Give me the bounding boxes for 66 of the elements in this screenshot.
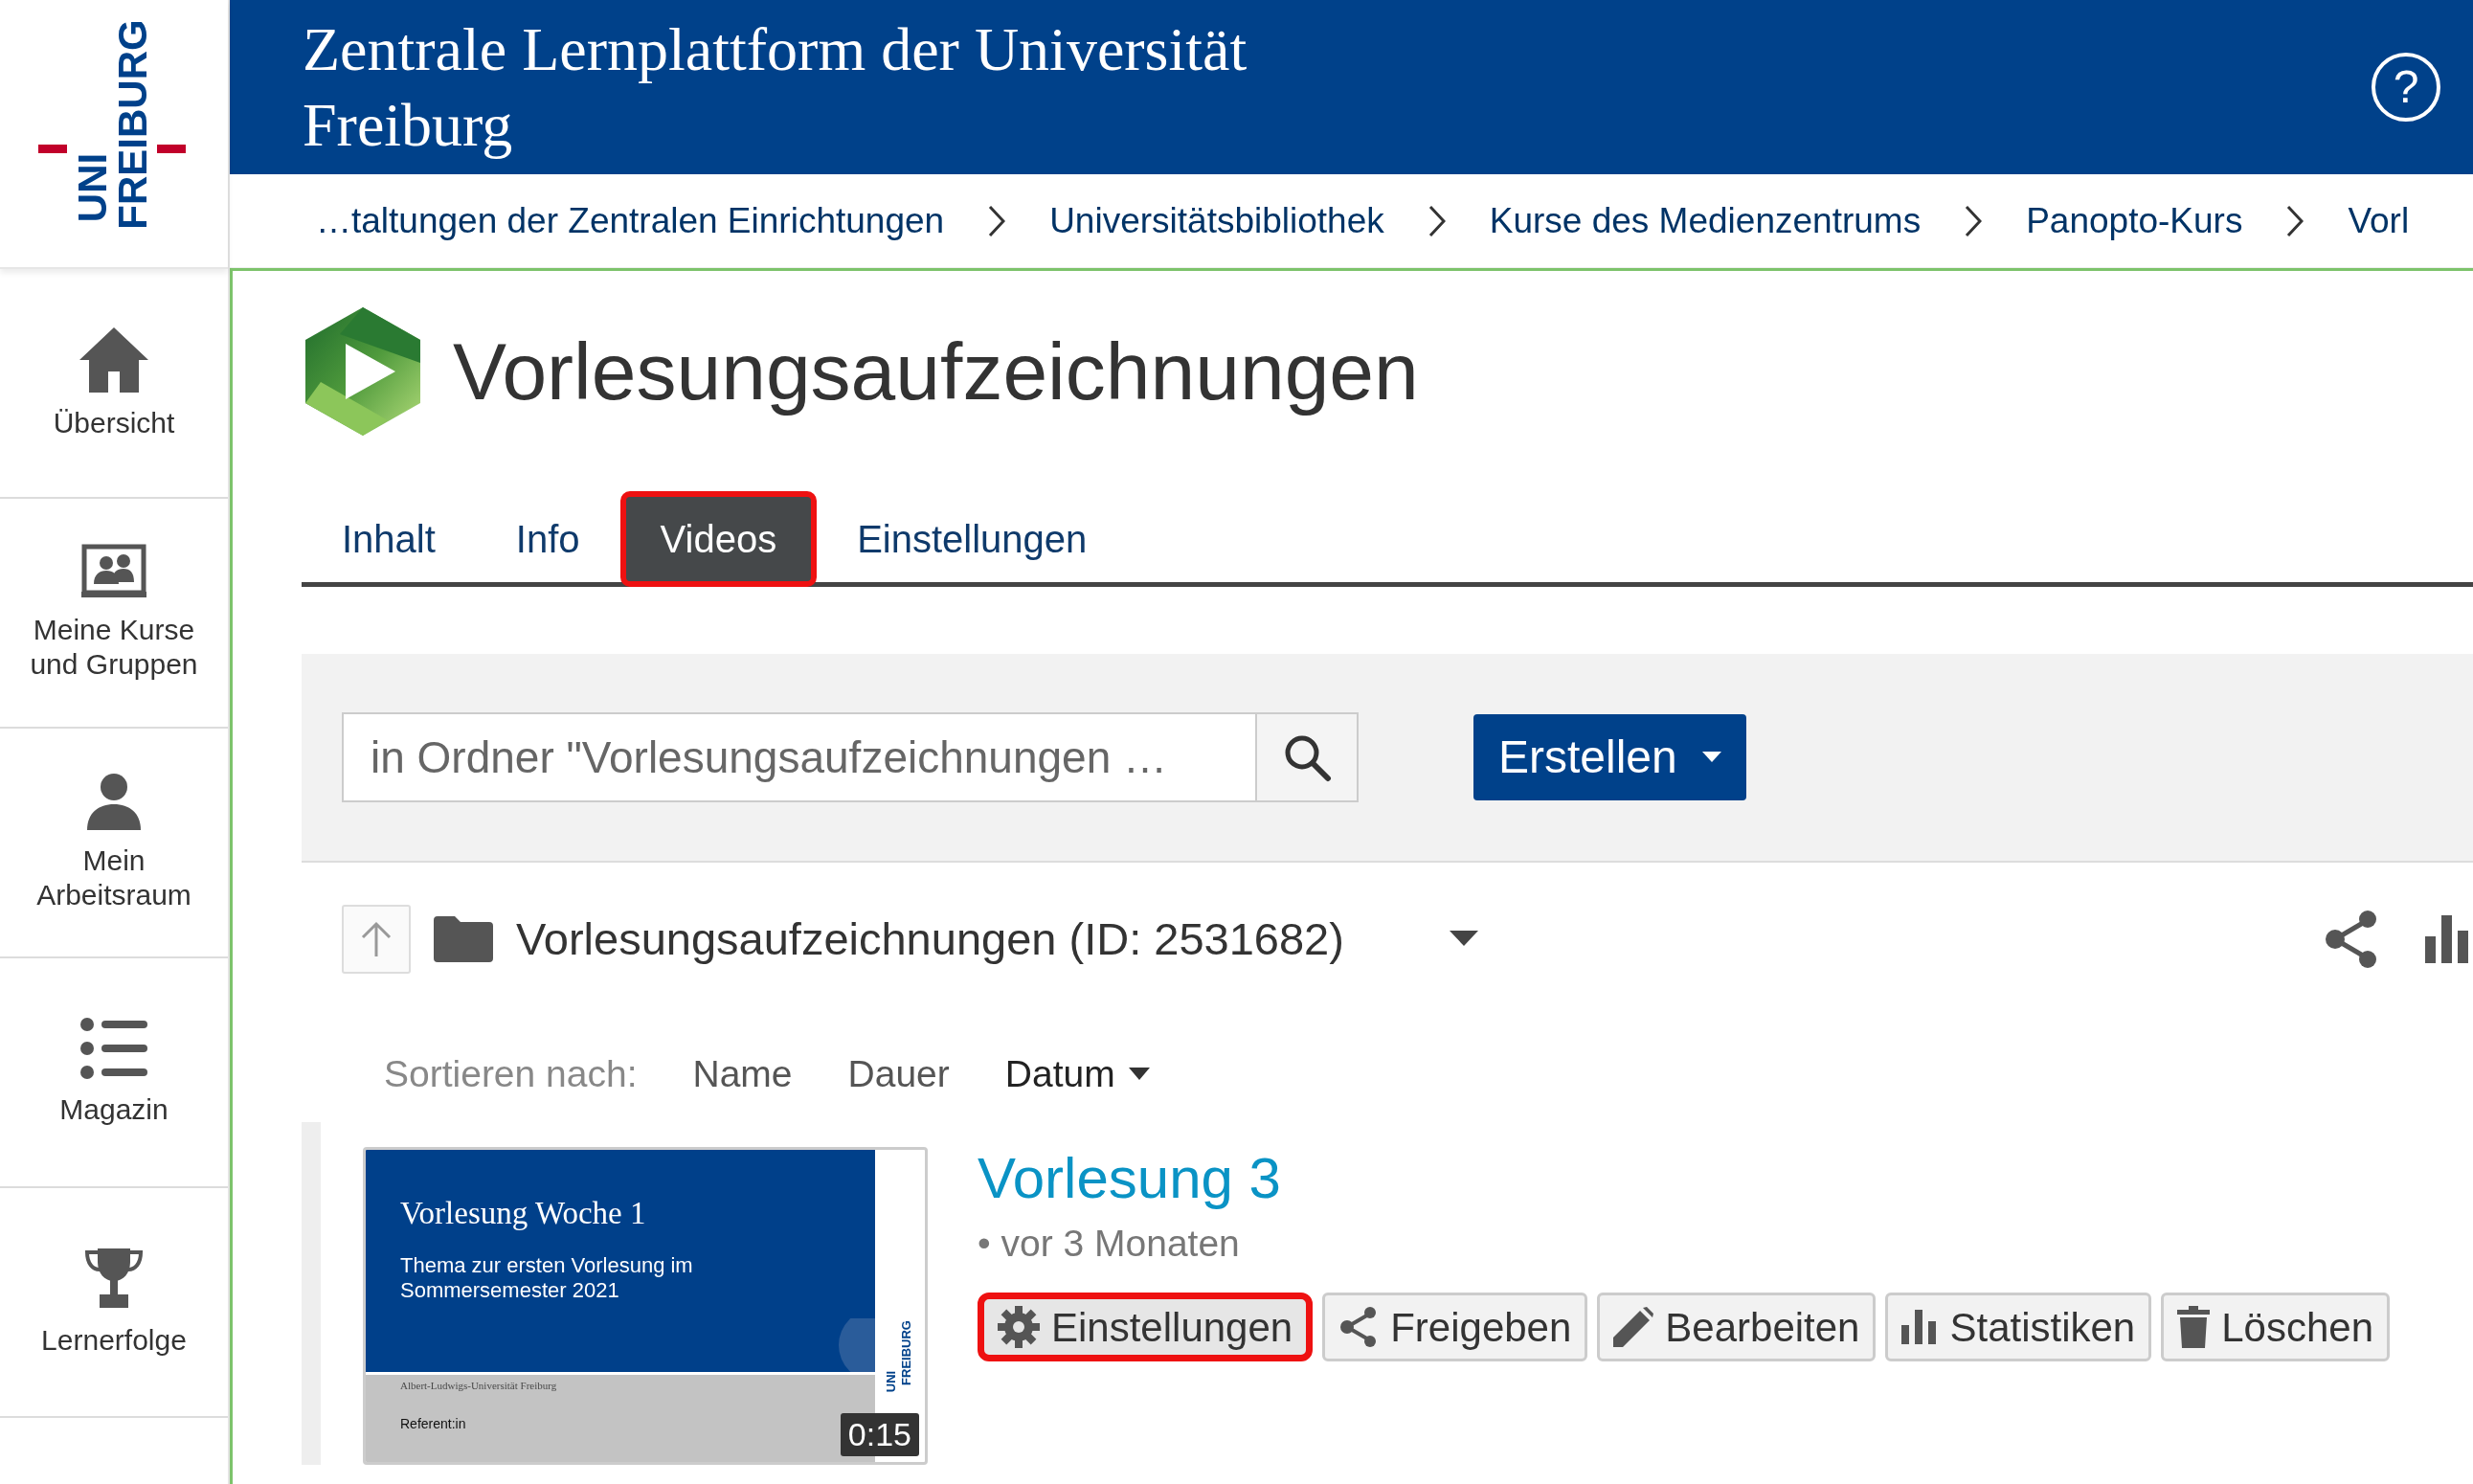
- sort-option[interactable]: Name: [692, 1046, 793, 1103]
- arrow-up-icon: [359, 920, 393, 958]
- sort-option[interactable]: Datum: [1004, 1046, 1150, 1103]
- bar-chart-icon: [1901, 1310, 1939, 1344]
- share-icon[interactable]: [2324, 910, 2379, 969]
- logo-stripe: [157, 145, 186, 153]
- slide-footer-text: Albert-Ludwigs-Universität Freiburg: [400, 1378, 557, 1393]
- slide-subtitle: Thema zur ersten Vorlesung im Sommersemester 2021: [400, 1252, 694, 1304]
- caret-icon: [1128, 1068, 1150, 1082]
- logo-text: FREIBURG: [113, 19, 153, 230]
- action-button[interactable]: Bearbeiten: [1597, 1293, 1877, 1361]
- tab[interactable]: Info: [475, 491, 620, 587]
- create-button[interactable]: Erstellen: [1473, 714, 1746, 800]
- trophy-icon: [84, 1247, 144, 1310]
- site-title: Zentrale Lernplattform der Universität Freiburg: [303, 14, 1248, 161]
- caret-icon: [1701, 752, 1721, 763]
- sidebar-item[interactable]: Magazin: [0, 958, 228, 1188]
- help-button[interactable]: ?: [2372, 53, 2440, 122]
- search-button[interactable]: [1257, 712, 1359, 802]
- page-title: Vorlesungsaufzeichnungen: [453, 326, 1419, 418]
- logo-text: UNI: [884, 1370, 897, 1392]
- chevron-icon: [2286, 204, 2304, 237]
- breadcrumb-link[interactable]: …taltungen der Zentralen Einrichtungen: [316, 193, 945, 248]
- sidebar-item[interactable]: Meine Kurse und Gruppen: [0, 499, 228, 729]
- sidebar-item[interactable]: Mein Arbeitsraum: [0, 729, 228, 958]
- action-button[interactable]: Löschen: [2161, 1293, 2391, 1361]
- breadcrumb-link[interactable]: Universitätsbibliothek: [1049, 193, 1384, 248]
- breadcrumb-link[interactable]: Panopto-Kurs: [2026, 193, 2243, 248]
- action-button[interactable]: Freigeben: [1322, 1293, 1588, 1361]
- list-icon: [80, 1018, 147, 1079]
- folder-name: Vorlesungsaufzeichnungen (ID: 2531682): [516, 911, 1344, 966]
- home-icon: [78, 326, 150, 393]
- logo-stripe: [38, 145, 67, 153]
- chevron-icon: [1428, 204, 1446, 237]
- seal-icon: [837, 1317, 875, 1372]
- tab[interactable]: Videos: [619, 491, 818, 587]
- gear-icon: [998, 1306, 1040, 1348]
- pencil-icon: [1613, 1307, 1654, 1347]
- logo-text: UNI: [73, 152, 113, 223]
- action-button[interactable]: Einstellungen: [978, 1293, 1314, 1361]
- video-age: • vor 3 Monaten: [978, 1221, 1241, 1266]
- chevron-icon: [1965, 204, 1983, 237]
- tab[interactable]: Einstellungen: [817, 491, 1128, 587]
- folder-icon: [434, 916, 493, 962]
- duration-label: 0:15: [840, 1413, 919, 1456]
- slide-speaker: Referent:in: [400, 1414, 466, 1433]
- up-button[interactable]: [342, 905, 411, 974]
- breadcrumb-link[interactable]: Vorl: [2348, 193, 2410, 248]
- person-icon: [87, 773, 141, 830]
- tab[interactable]: Inhalt: [302, 491, 476, 587]
- breadcrumb-link[interactable]: Kurse des Medienzentrums: [1489, 193, 1922, 248]
- search-field[interactable]: in Ordner "Vorlesungsaufzeichnungen …: [342, 712, 1257, 802]
- sidebar-item[interactable]: Lernerfolge: [0, 1188, 228, 1418]
- sort-option[interactable]: Dauer: [847, 1046, 950, 1103]
- slide-title: Vorlesung Woche 1: [400, 1194, 646, 1232]
- trash-icon: [2177, 1306, 2211, 1348]
- video-thumbnail[interactable]: Vorlesung Woche 1 Thema zur ersten Vorlesung im Sommersemester 2021 Albert-Ludwigs-Universität Freiburg Referent:in UNI FREIBURG 0:15: [363, 1146, 928, 1465]
- people-board-icon: [81, 544, 146, 599]
- action-button[interactable]: Statistiken: [1885, 1293, 2152, 1361]
- caret-icon[interactable]: [1449, 931, 1478, 948]
- sidebar-item[interactable]: Übersicht: [0, 269, 228, 499]
- logo-text: FREIBURG: [899, 1319, 912, 1385]
- sort-label: Sortieren nach:: [384, 1052, 638, 1096]
- university-logo[interactable]: UNI FREIBURG: [0, 0, 228, 269]
- chevron-icon: [988, 204, 1006, 237]
- video-title-link[interactable]: Vorlesung 3: [978, 1146, 2391, 1210]
